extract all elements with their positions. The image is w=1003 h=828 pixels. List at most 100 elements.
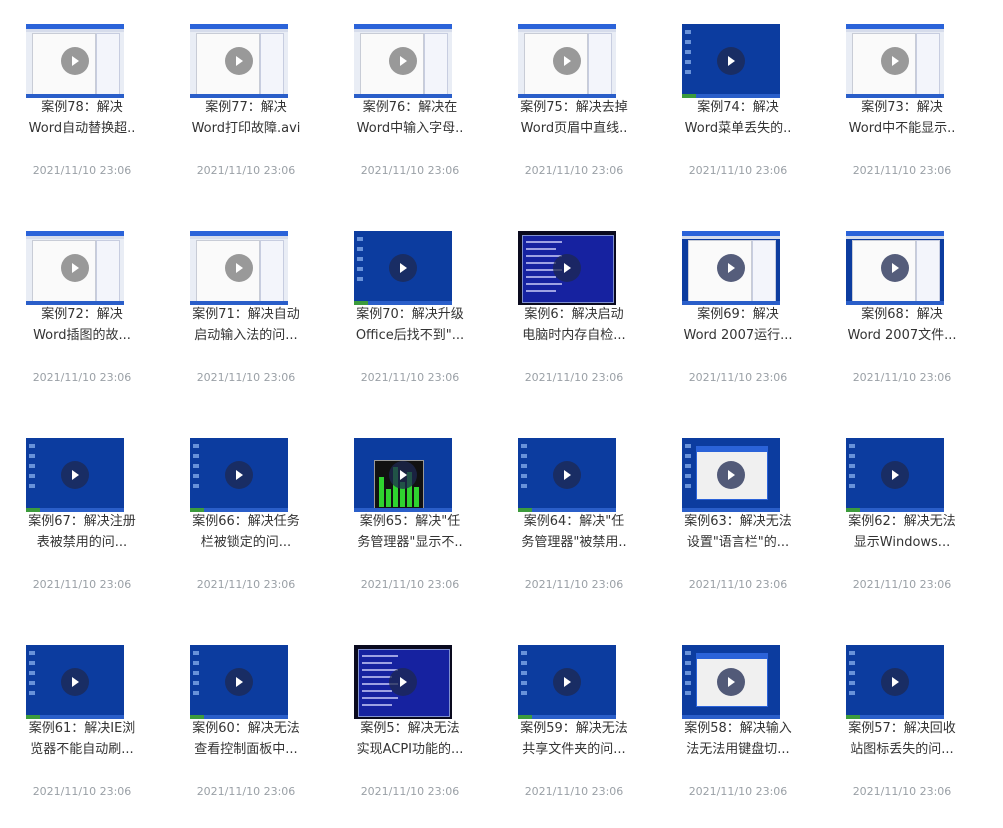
video-tile[interactable]: 案例77：解决 Word打印故障.avi 2021/11/10 23:06: [164, 0, 328, 207]
video-title[interactable]: 案例64：解决"任 务管理器"被禁用..: [502, 511, 646, 553]
play-icon[interactable]: [61, 254, 89, 282]
video-title[interactable]: 案例77：解决 Word打印故障.avi: [174, 97, 318, 139]
video-tile[interactable]: 案例67：解决注册 表被禁用的问... 2021/11/10 23:06: [0, 414, 164, 621]
video-title[interactable]: 案例57：解决回收 站图标丢失的问...: [830, 718, 974, 760]
video-thumbnail[interactable]: [682, 438, 780, 512]
play-icon[interactable]: [389, 668, 417, 696]
play-icon[interactable]: [553, 254, 581, 282]
video-thumbnail[interactable]: [190, 645, 288, 719]
video-title[interactable]: 案例65：解决"任 务管理器"显示不..: [338, 511, 482, 553]
video-thumbnail[interactable]: [354, 438, 452, 512]
video-thumbnail[interactable]: [518, 438, 616, 512]
play-icon[interactable]: [553, 668, 581, 696]
video-title[interactable]: 案例76：解决在 Word中输入字母..: [338, 97, 482, 139]
video-title[interactable]: 案例61：解决IE浏 览器不能自动刷...: [10, 718, 154, 760]
video-title[interactable]: 案例75：解决去掉 Word页眉中直线..: [502, 97, 646, 139]
video-tile[interactable]: 案例5：解决无法 实现ACPI功能的... 2021/11/10 23:06: [328, 621, 492, 828]
video-tile[interactable]: 案例66：解决任务 栏被锁定的问... 2021/11/10 23:06: [164, 414, 328, 621]
play-icon[interactable]: [553, 47, 581, 75]
video-thumbnail[interactable]: [26, 438, 124, 512]
play-icon[interactable]: [881, 668, 909, 696]
play-icon[interactable]: [225, 461, 253, 489]
play-icon[interactable]: [717, 668, 745, 696]
play-icon[interactable]: [389, 47, 417, 75]
video-tile[interactable]: 案例61：解决IE浏 览器不能自动刷... 2021/11/10 23:06: [0, 621, 164, 828]
video-title[interactable]: 案例58：解决输入 法无法用键盘切...: [666, 718, 810, 760]
play-icon[interactable]: [61, 461, 89, 489]
video-title[interactable]: 案例66：解决任务 栏被锁定的问...: [174, 511, 318, 553]
video-thumbnail[interactable]: [846, 645, 944, 719]
video-thumbnail[interactable]: [26, 645, 124, 719]
video-tile[interactable]: 案例75：解决去掉 Word页眉中直线.. 2021/11/10 23:06: [492, 0, 656, 207]
play-icon[interactable]: [881, 47, 909, 75]
video-tile[interactable]: 案例60：解决无法 查看控制面板中... 2021/11/10 23:06: [164, 621, 328, 828]
video-tile[interactable]: 案例70：解决升级 Office后找不到"... 2021/11/10 23:06: [328, 207, 492, 414]
video-thumbnail[interactable]: [518, 24, 616, 98]
video-tile[interactable]: 案例64：解决"任 务管理器"被禁用.. 2021/11/10 23:06: [492, 414, 656, 621]
video-title[interactable]: 案例63：解决无法 设置"语言栏"的...: [666, 511, 810, 553]
video-thumbnail[interactable]: [518, 645, 616, 719]
video-title[interactable]: 案例78：解决 Word自动替换超..: [10, 97, 154, 139]
video-thumbnail[interactable]: [682, 24, 780, 98]
video-thumbnail[interactable]: [190, 24, 288, 98]
video-title[interactable]: 案例60：解决无法 查看控制面板中...: [174, 718, 318, 760]
play-icon[interactable]: [225, 668, 253, 696]
play-icon[interactable]: [717, 461, 745, 489]
play-icon[interactable]: [717, 254, 745, 282]
video-title[interactable]: 案例59：解决无法 共享文件夹的问...: [502, 718, 646, 760]
video-tile[interactable]: 案例71：解决自动 启动输入法的问... 2021/11/10 23:06: [164, 207, 328, 414]
video-title[interactable]: 案例6：解决启动 电脑时内存自检...: [502, 304, 646, 346]
video-thumbnail[interactable]: [26, 24, 124, 98]
video-title[interactable]: 案例69：解决 Word 2007运行...: [666, 304, 810, 346]
video-thumbnail[interactable]: [682, 231, 780, 305]
video-date: 2021/11/10 23:06: [32, 578, 132, 591]
play-icon[interactable]: [61, 47, 89, 75]
video-tile[interactable]: 案例76：解决在 Word中输入字母.. 2021/11/10 23:06: [328, 0, 492, 207]
video-title[interactable]: 案例71：解决自动 启动输入法的问...: [174, 304, 318, 346]
video-title[interactable]: 案例72：解决 Word插图的故...: [10, 304, 154, 346]
video-title[interactable]: 案例62：解决无法 显示Windows...: [830, 511, 974, 553]
play-icon[interactable]: [61, 668, 89, 696]
video-tile[interactable]: 案例59：解决无法 共享文件夹的问... 2021/11/10 23:06: [492, 621, 656, 828]
video-tile[interactable]: 案例6：解决启动 电脑时内存自检... 2021/11/10 23:06: [492, 207, 656, 414]
video-tile[interactable]: 案例69：解决 Word 2007运行... 2021/11/10 23:06: [656, 207, 820, 414]
play-icon[interactable]: [881, 461, 909, 489]
video-title[interactable]: 案例67：解决注册 表被禁用的问...: [10, 511, 154, 553]
window-menubar: [518, 29, 616, 32]
play-icon[interactable]: [225, 254, 253, 282]
video-thumbnail[interactable]: [190, 231, 288, 305]
video-tile[interactable]: 案例63：解决无法 设置"语言栏"的... 2021/11/10 23:06: [656, 414, 820, 621]
video-tile[interactable]: 案例72：解决 Word插图的故... 2021/11/10 23:06: [0, 207, 164, 414]
video-thumbnail[interactable]: [518, 231, 616, 305]
play-icon[interactable]: [389, 254, 417, 282]
play-icon[interactable]: [881, 254, 909, 282]
video-tile[interactable]: 案例58：解决输入 法无法用键盘切... 2021/11/10 23:06: [656, 621, 820, 828]
desktop-icons: [521, 444, 527, 494]
video-tile[interactable]: 案例68：解决 Word 2007文件... 2021/11/10 23:06: [820, 207, 984, 414]
video-thumbnail[interactable]: [846, 24, 944, 98]
video-title[interactable]: 案例70：解决升级 Office后找不到"...: [338, 304, 482, 346]
video-thumbnail[interactable]: [846, 438, 944, 512]
video-tile[interactable]: 案例74：解决 Word菜单丢失的.. 2021/11/10 23:06: [656, 0, 820, 207]
play-icon[interactable]: [717, 47, 745, 75]
video-title[interactable]: 案例74：解决 Word菜单丢失的..: [666, 97, 810, 139]
play-icon[interactable]: [225, 47, 253, 75]
video-tile[interactable]: 案例73：解决 Word中不能显示.. 2021/11/10 23:06: [820, 0, 984, 207]
video-thumbnail[interactable]: [682, 645, 780, 719]
video-tile[interactable]: 案例62：解决无法 显示Windows... 2021/11/10 23:06: [820, 414, 984, 621]
video-thumbnail[interactable]: [354, 645, 452, 719]
video-tile[interactable]: 案例57：解决回收 站图标丢失的问... 2021/11/10 23:06: [820, 621, 984, 828]
video-thumbnail[interactable]: [26, 231, 124, 305]
video-title[interactable]: 案例5：解决无法 实现ACPI功能的...: [338, 718, 482, 760]
video-thumbnail[interactable]: [846, 231, 944, 305]
video-title[interactable]: 案例68：解决 Word 2007文件...: [830, 304, 974, 346]
play-icon[interactable]: [553, 461, 581, 489]
video-tile[interactable]: 案例78：解决 Word自动替换超.. 2021/11/10 23:06: [0, 0, 164, 207]
video-thumbnail[interactable]: [190, 438, 288, 512]
video-tile[interactable]: 案例65：解决"任 务管理器"显示不.. 2021/11/10 23:06: [328, 414, 492, 621]
video-thumbnail[interactable]: [354, 231, 452, 305]
video-thumbnail[interactable]: [354, 24, 452, 98]
video-title[interactable]: 案例73：解决 Word中不能显示..: [830, 97, 974, 139]
play-icon[interactable]: [389, 461, 417, 489]
video-date: 2021/11/10 23:06: [524, 785, 624, 798]
